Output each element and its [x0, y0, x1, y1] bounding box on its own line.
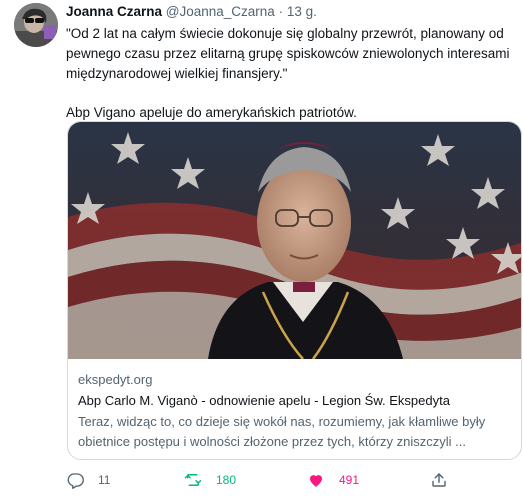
tweet-text-paragraph: "Od 2 lat na całym świecie dokonuje się … — [66, 26, 510, 81]
card-domain: ekspedyt.org — [78, 372, 153, 387]
heart-filled-icon — [307, 471, 325, 489]
reply-icon — [66, 471, 84, 489]
retweet-count: 180 — [216, 473, 237, 487]
share-button[interactable] — [430, 469, 448, 491]
tweet-actions: 11 180 491 — [66, 469, 486, 491]
share-icon — [430, 471, 448, 489]
user-handle[interactable]: @Joanna_Czarna — [166, 4, 275, 19]
tweet-text: "Od 2 lat na całym świecie dokonuje się … — [66, 24, 514, 123]
link-card[interactable]: ekspedyt.org Abp Carlo M. Viganò - odnow… — [67, 121, 522, 460]
separator: · — [278, 4, 284, 19]
retweet-icon — [184, 471, 202, 489]
timestamp[interactable]: 13 g. — [287, 4, 317, 19]
card-title: Abp Carlo M. Viganò - odnowienie apelu -… — [78, 393, 450, 408]
reply-count: 11 — [98, 473, 111, 487]
avatar[interactable] — [14, 3, 58, 47]
portrait-flag-image — [68, 122, 521, 359]
tweet-header: Joanna Czarna @Joanna_Czarna · 13 g. — [66, 4, 317, 19]
tweet-text-paragraph: Abp Vigano apeluje do amerykańskich patr… — [66, 105, 357, 120]
like-button[interactable]: 491 — [307, 469, 359, 491]
card-body[interactable]: ekspedyt.org Abp Carlo M. Viganò - odnow… — [78, 371, 516, 452]
display-name[interactable]: Joanna Czarna — [66, 4, 162, 19]
card-image[interactable] — [68, 122, 521, 359]
reply-button[interactable]: 11 — [66, 469, 110, 491]
card-description: Teraz, widząc to, co dzieje się wokół na… — [78, 414, 486, 449]
like-count: 491 — [339, 473, 360, 487]
retweet-button[interactable]: 180 — [184, 469, 236, 491]
